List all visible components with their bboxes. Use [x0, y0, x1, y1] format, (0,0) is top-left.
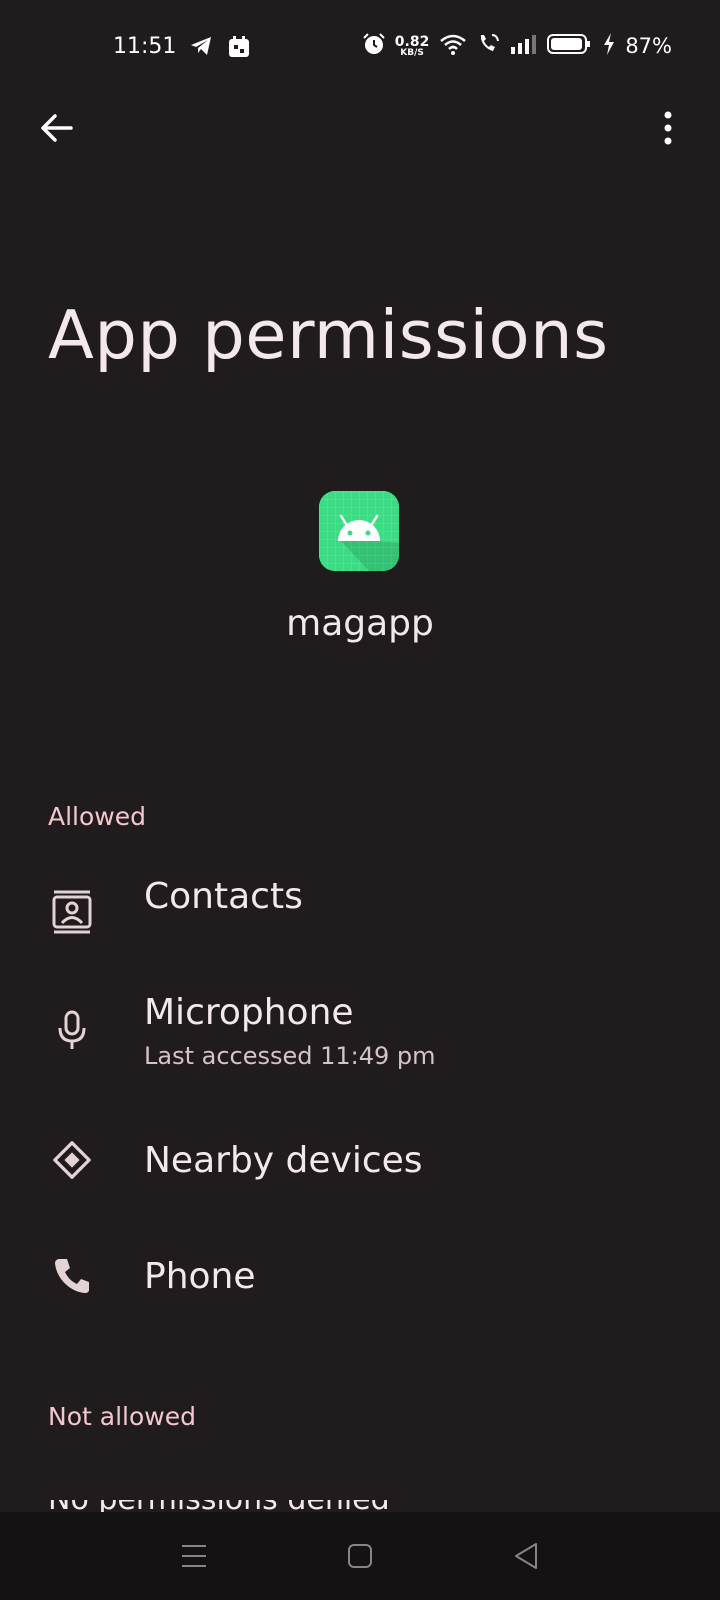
signal-icon [511, 34, 537, 58]
page-title: App permissions [48, 296, 609, 374]
permission-label: Nearby devices [144, 1140, 423, 1181]
alarm-icon [363, 33, 385, 59]
permission-last-accessed: Last accessed 11:49 pm [144, 1042, 436, 1070]
telegram-icon [190, 36, 212, 62]
navigation-bar [0, 1512, 720, 1600]
permission-item-nearby-devices[interactable]: Nearby devices [0, 1138, 720, 1238]
network-speed: 0.82 KB/S [394, 33, 430, 58]
phone-icon [52, 1256, 92, 1296]
home-square-icon [348, 1544, 372, 1568]
section-header-allowed: Allowed [48, 802, 146, 831]
more-vertical-icon [664, 111, 672, 145]
contacts-icon [52, 890, 92, 934]
battery-icon [547, 33, 593, 59]
battery-percent: 87% [625, 34, 672, 58]
top-app-bar [0, 96, 720, 160]
android-robot-icon [319, 491, 399, 571]
back-button[interactable] [32, 104, 80, 152]
wifi-icon [439, 33, 467, 59]
back-triangle-icon [515, 1543, 537, 1569]
status-bar: 11:51 0.82 KB/S 87% [0, 0, 720, 96]
app-icon [319, 491, 399, 571]
permission-label: Contacts [144, 876, 303, 917]
status-time: 11:51 [113, 34, 177, 59]
calendar-icon [228, 36, 250, 62]
more-options-button[interactable] [644, 104, 692, 152]
back-arrow-icon [41, 114, 73, 142]
wifi-calling-icon [477, 33, 501, 59]
permission-label: Microphone [144, 992, 354, 1033]
notification-icons [190, 36, 250, 62]
recents-button[interactable] [172, 1534, 216, 1578]
peek-text: No permissions denied [48, 1500, 488, 1512]
permission-item-microphone[interactable]: Microphone Last accessed 11:49 pm [0, 980, 720, 1098]
charging-icon [603, 33, 615, 59]
menu-lines-icon [182, 1545, 206, 1567]
permission-item-phone[interactable]: Phone [0, 1256, 720, 1356]
nearby-devices-icon [52, 1140, 92, 1180]
permission-label: Phone [144, 1256, 256, 1297]
back-nav-button[interactable] [504, 1534, 548, 1578]
home-button[interactable] [338, 1534, 382, 1578]
app-name: magapp [286, 603, 434, 644]
system-icons: 0.82 KB/S 87% [363, 33, 672, 59]
section-header-not-allowed: Not allowed [48, 1402, 196, 1431]
permission-item-contacts[interactable]: Contacts [0, 862, 720, 962]
microphone-icon [52, 1010, 92, 1050]
